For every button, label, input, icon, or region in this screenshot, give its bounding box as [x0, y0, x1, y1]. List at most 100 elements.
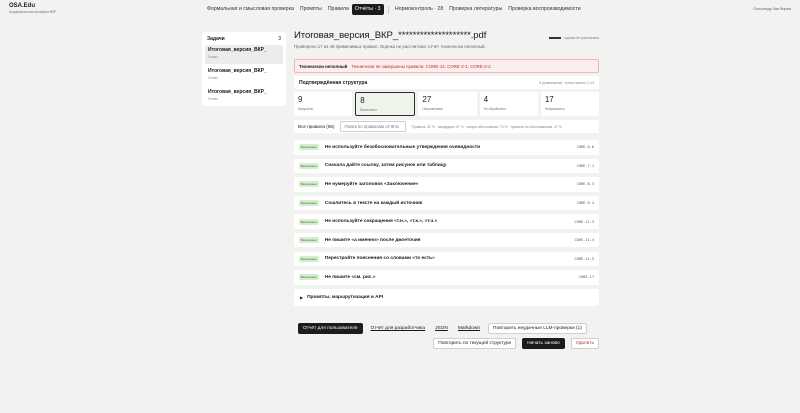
stats-row: 9 Нарушено 8 Выполнено 27 Неприменимо 4 … [294, 92, 600, 116]
rule-text: Не нумеруйте заголовок «Заключение» [324, 181, 419, 187]
main-nav: Формальная и смысловая проверка Промпты … [204, 4, 584, 15]
score-label: оценка не рассчитана [564, 36, 599, 40]
incomplete-alert: Технически неполный Технически не заверш… [294, 59, 599, 73]
stat-number: 17 [544, 95, 554, 104]
rule-code: CORE-6-6 [576, 145, 594, 150]
task-name: Итоговая_версия_ВКР_ [208, 47, 267, 53]
stat-violated[interactable]: 9 Нарушено [294, 92, 353, 116]
rule-text: Не используйте сокращения «т.н.», «т.к.»… [324, 219, 438, 225]
stat-label: Нарушено [298, 107, 314, 111]
nav-item-prompts[interactable]: Промпты [297, 4, 325, 15]
nav-divider [387, 5, 389, 14]
alert-text: Технически не завершены правила: CORE-14… [351, 63, 492, 69]
report-panel: Итоговая_версия_ВКР_********************… [294, 30, 600, 306]
filter-stats: Правила: 32 % · кандидаты 37 % · запуск … [411, 124, 562, 129]
nav-item-rules[interactable]: Правила [325, 4, 352, 15]
title-row: Итоговая_версия_ВКР_********************… [294, 30, 599, 43]
rule-row[interactable]: Выполнено Не используйте сокращения «т.н… [294, 214, 599, 229]
dev-report-button[interactable]: Отчёт для разработчика [369, 323, 428, 334]
rule-code: CORE-17 [578, 275, 594, 280]
task-status: Готово [208, 55, 218, 59]
rules-list: Выполнено Не используйте безобоснователь… [294, 140, 599, 285]
rule-row[interactable]: Выполнено Не используйте безобоснователь… [294, 140, 599, 155]
task-status: Готово [208, 76, 218, 80]
rule-text: Сошлитесь в тексте на каждый источник [324, 200, 423, 206]
rule-code: CORE-11-5 [574, 256, 594, 261]
rule-row[interactable]: Выполнено Сначала дайте ссылку, затем ри… [294, 158, 599, 174]
task-actions: Повторить по текущей структуре Начать за… [433, 338, 599, 349]
status-badge: Выполнено [299, 218, 319, 225]
section-title: Подтверждённая структура [299, 79, 368, 86]
task-status: Готово [208, 97, 218, 101]
sidebar-header: Задачи 3 [205, 35, 283, 45]
brand-title: OSA.Edu [9, 3, 36, 9]
stat-label: Выполнено [360, 108, 377, 112]
triangle-right-icon: ▶ [300, 294, 304, 300]
status-badge: Выполнено [299, 274, 319, 281]
stat-label: Не обработано [483, 107, 506, 111]
stat-unchecked[interactable]: 17 Непроверено [540, 92, 600, 116]
user-report-button[interactable]: Отчёт для пользователя [298, 323, 363, 334]
restart-button[interactable]: Начать заново [522, 338, 565, 349]
stat-label: Непроверено [544, 107, 565, 111]
status-badge: Выполнено [299, 200, 319, 207]
nav-item-literature[interactable]: Проверка литературы [446, 4, 505, 15]
stat-not-applicable[interactable]: 27 Неприменимо [418, 92, 477, 116]
rule-row[interactable]: Выполнено Перестройте пояснения со слова… [294, 251, 599, 267]
rule-code: CORE-7-1 [576, 163, 594, 168]
task-item[interactable]: Итоговая_версия_ВКР_ Готово [205, 45, 283, 64]
task-item[interactable]: Итоговая_версия_ВКР_ Готово [205, 87, 283, 106]
status-badge: Выполнено [299, 255, 319, 262]
task-item[interactable]: Итоговая_версия_ВКР_ Готово [205, 66, 283, 85]
rule-row[interactable]: Выполнено Не нумеруйте заголовок «Заключ… [294, 177, 599, 192]
stat-number: 9 [298, 95, 303, 104]
collapse-label: Промпты, маршрутизация и API [307, 294, 384, 300]
all-rules-filter[interactable]: Все правила (65) [298, 124, 334, 129]
rule-row[interactable]: Выполнено Не пишите «а именно» после дво… [294, 232, 599, 248]
nav-item-reproducibility[interactable]: Проверка воспроизводимости [505, 4, 583, 15]
stat-not-processed[interactable]: 4 Не обработано [479, 92, 538, 116]
json-button[interactable]: JSON [433, 323, 450, 334]
rule-row[interactable]: Выполнено Не пишите «см. рис.» CORE-17 [294, 270, 599, 285]
rule-code: CORE-11-3 [574, 219, 594, 224]
nav-item-check[interactable]: Формальная и смысловая проверка [204, 4, 297, 15]
rule-text: Перестройте пояснения со словами «то ест… [324, 256, 435, 262]
retry-structure-button[interactable]: Повторить по текущей структуре [433, 338, 517, 349]
score-bar [549, 37, 562, 39]
rule-text: Не пишите «см. рис.» [324, 274, 376, 280]
rule-row[interactable]: Выполнено Сошлитесь в тексте на каждый и… [294, 195, 599, 211]
delete-button[interactable]: Удалить [570, 338, 599, 349]
stat-number: 8 [360, 96, 365, 105]
rules-search-input[interactable] [340, 121, 407, 132]
tasks-sidebar: Задачи 3 Итоговая_версия_ВКР_ Готово Ито… [202, 32, 286, 106]
rule-code: CORE-8-3 [576, 182, 594, 187]
report-actions: Отчёт для пользователя Отчёт для разрабо… [298, 323, 587, 334]
stat-passed[interactable]: 8 Выполнено [355, 92, 416, 116]
alert-title: Технически неполный [299, 63, 348, 69]
user-name[interactable]: Олександр Зав.Фирма [753, 7, 791, 11]
brand[interactable]: OSA.Edu Академическая проверка ВКР [9, 3, 56, 15]
brand-subtitle: Академическая проверка ВКР [9, 10, 57, 14]
rule-code: CORE-9-4 [576, 201, 594, 206]
task-name: Итоговая_версия_ВКР_ [208, 68, 267, 74]
rule-text: Не пишите «а именно» после двоеточия [324, 237, 421, 243]
status-badge: Выполнено [299, 237, 319, 244]
markdown-button[interactable]: Markdown [456, 323, 482, 334]
report-subtitle: Проверено 17 из 48 применимых правил. Оц… [294, 44, 486, 49]
prompts-routing-collapse[interactable]: ▶ Промпты, маршрутизация и API [294, 288, 599, 306]
structure-section[interactable]: Подтверждённая структура К уровнемным · … [294, 76, 599, 89]
header: OSA.Edu Академическая проверка ВКР Форма… [0, 0, 800, 20]
task-name: Итоговая_версия_ВКР_ [208, 89, 267, 95]
nav-item-normcontrol[interactable]: Нормоконтроль · 28 [392, 4, 446, 15]
rule-text: Не используйте безобосновательные утверж… [324, 144, 481, 150]
nav-item-reports[interactable]: Отчёты · 3 [351, 4, 384, 15]
section-meta: К уровнемным · треки начало 1 LH [539, 80, 594, 85]
status-badge: Выполнено [299, 144, 319, 151]
score-indicator: оценка не рассчитана [549, 36, 599, 40]
status-badge: Выполнено [299, 162, 319, 169]
app-root: OSA.Edu Академическая проверка ВКР Форма… [0, 0, 800, 413]
retry-llm-button[interactable]: Повторить неудачные LLM-проверки (1) [488, 323, 587, 334]
stat-label: Неприменимо [422, 107, 444, 111]
stat-number: 27 [422, 95, 432, 104]
rule-code: CORE-11-4 [574, 238, 594, 243]
